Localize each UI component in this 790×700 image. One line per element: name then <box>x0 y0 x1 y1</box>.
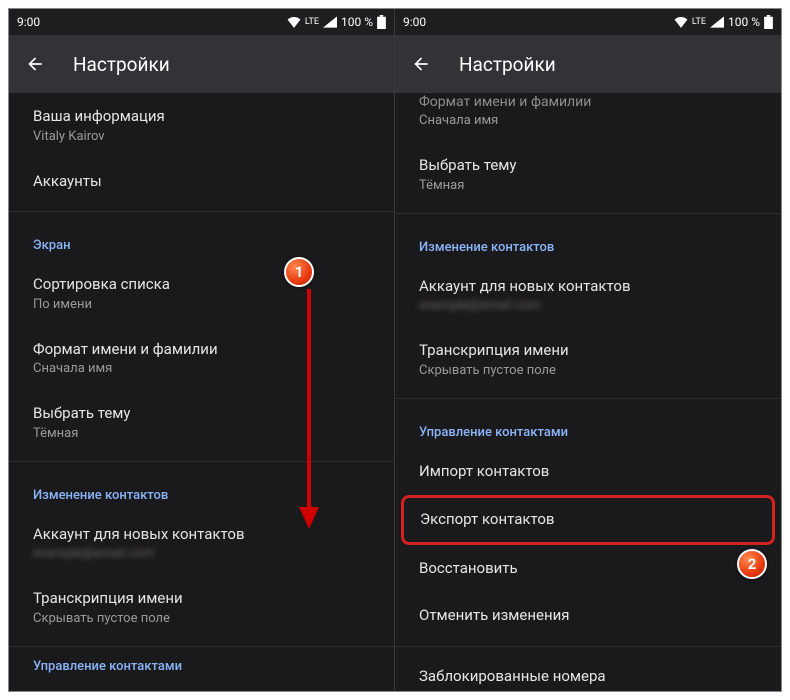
item-name-format[interactable]: Формат имени и фамилии Сначала имя <box>9 326 394 391</box>
battery-icon <box>377 15 386 29</box>
battery-icon <box>764 15 773 29</box>
item-undo[interactable]: Отменить изменения <box>395 592 781 640</box>
wifi-icon <box>674 16 688 28</box>
back-arrow-icon[interactable] <box>25 54 45 74</box>
item-sub: example@email.com <box>33 546 370 561</box>
battery-pct: 100 % <box>728 15 760 29</box>
item-title: Ваша информация <box>33 107 370 127</box>
divider <box>9 461 394 462</box>
phone-screen-after: 9:00 LTE 100 % Настройки Формат имени и … <box>395 9 781 691</box>
divider <box>395 646 781 647</box>
divider <box>395 213 781 214</box>
item-theme[interactable]: Выбрать тему Тёмная <box>395 142 781 207</box>
section-edit-contacts: Изменение контактов <box>395 220 781 263</box>
signal-icon <box>710 16 724 28</box>
item-name-format-partial[interactable]: Формат имени и фамилии Сначала имя <box>395 93 781 142</box>
divider <box>9 211 394 212</box>
item-title: Отменить изменения <box>419 606 757 626</box>
status-bar: 9:00 LTE 100 % <box>395 9 781 35</box>
item-sub: Тёмная <box>419 178 757 193</box>
item-title: Аккаунт для новых контактов <box>419 277 757 297</box>
annotation-badge-1: 1 <box>284 257 314 287</box>
status-icons: LTE 100 % <box>674 15 773 29</box>
annotation-badge-2: 2 <box>737 549 767 579</box>
status-icons: LTE 100 % <box>287 15 386 29</box>
item-title: Восстановить <box>419 559 757 579</box>
lte-label: LTE <box>305 17 319 27</box>
back-arrow-icon[interactable] <box>411 54 431 74</box>
item-import[interactable]: Импорт контактов <box>395 448 781 496</box>
section-manage-contacts: Управление контактами <box>395 405 781 448</box>
item-title: Транскрипция имени <box>419 341 757 361</box>
page-title: Настройки <box>73 53 170 76</box>
item-title: Аккаунты <box>33 172 370 192</box>
item-your-info[interactable]: Ваша информация Vitaly Kairov <box>9 93 394 158</box>
section-edit-contacts: Изменение контактов <box>9 468 394 511</box>
page-title: Настройки <box>459 53 556 76</box>
item-sub: Скрывать пустое поле <box>33 611 370 626</box>
lte-label: LTE <box>692 17 706 27</box>
item-title: Формат имени и фамилии <box>419 93 757 111</box>
item-sub: Скрывать пустое поле <box>419 363 757 378</box>
item-title: Импорт контактов <box>419 462 757 482</box>
item-restore[interactable]: Восстановить <box>395 545 781 593</box>
divider <box>9 646 394 647</box>
item-title: Заблокированные номера <box>419 667 757 687</box>
settings-list[interactable]: Ваша информация Vitaly Kairov Аккаунты Э… <box>9 93 394 674</box>
settings-list[interactable]: Формат имени и фамилии Сначала имя Выбра… <box>395 93 781 690</box>
item-title: Выбрать тему <box>419 156 757 176</box>
item-export[interactable]: Экспорт контактов <box>401 495 775 545</box>
item-sub: Vitaly Kairov <box>33 129 370 144</box>
item-title: Экспорт контактов <box>420 510 756 530</box>
section-display: Экран <box>9 218 394 261</box>
item-theme[interactable]: Выбрать тему Тёмная <box>9 390 394 455</box>
toolbar: Настройки <box>395 35 781 93</box>
item-blocked[interactable]: Заблокированные номера <box>395 653 781 691</box>
item-default-account[interactable]: Аккаунт для новых контактов example@emai… <box>9 511 394 576</box>
section-manage-contacts: Управление контактами <box>9 653 394 674</box>
item-sub: Сначала имя <box>419 113 757 128</box>
signal-icon <box>323 16 337 28</box>
status-bar: 9:00 LTE 100 % <box>9 9 394 35</box>
item-default-account[interactable]: Аккаунт для новых контактов example@emai… <box>395 263 781 328</box>
item-phonetic[interactable]: Транскрипция имени Скрывать пустое поле <box>9 575 394 640</box>
toolbar: Настройки <box>9 35 394 93</box>
item-sort[interactable]: Сортировка списка По имени <box>9 261 394 326</box>
item-phonetic[interactable]: Транскрипция имени Скрывать пустое поле <box>395 327 781 392</box>
scroll-down-arrow-icon <box>297 289 321 529</box>
battery-pct: 100 % <box>341 15 373 29</box>
status-time: 9:00 <box>17 15 40 29</box>
item-sub: example@email.com <box>419 298 757 313</box>
item-title: Транскрипция имени <box>33 589 370 609</box>
status-time: 9:00 <box>403 15 426 29</box>
item-accounts[interactable]: Аккаунты <box>9 158 394 206</box>
wifi-icon <box>287 16 301 28</box>
divider <box>395 398 781 399</box>
phone-screen-before: 9:00 LTE 100 % Настройки Ваша информация… <box>9 9 395 691</box>
